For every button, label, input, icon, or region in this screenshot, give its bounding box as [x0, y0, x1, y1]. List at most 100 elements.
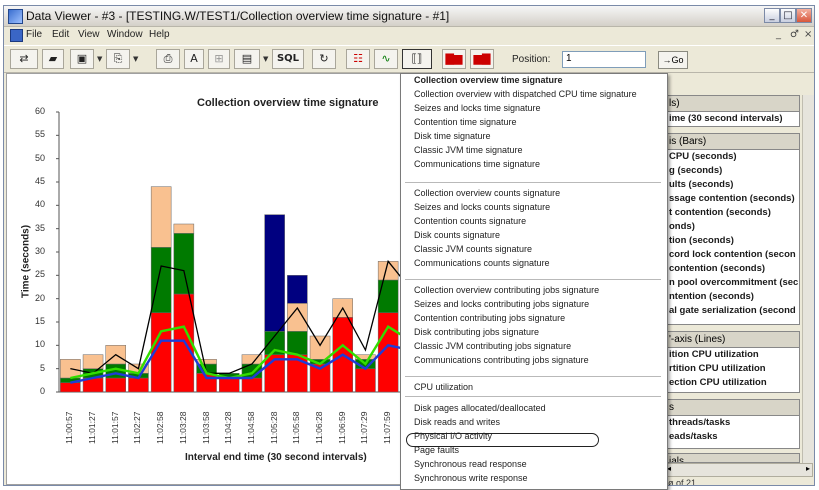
- bar-metric-item[interactable]: tion (seconds): [665, 234, 799, 248]
- sql-button[interactable]: SQL: [272, 49, 304, 69]
- bar-metric-item[interactable]: t contention (seconds): [665, 206, 799, 220]
- group-header[interactable]: ls): [665, 96, 799, 112]
- menu-file[interactable]: File: [26, 29, 42, 40]
- dropdown-menu-item[interactable]: Classic JVM time signature: [414, 145, 523, 155]
- group-header[interactable]: ials: [665, 454, 799, 462]
- maximize-button[interactable]: □: [780, 8, 796, 23]
- dropdown-menu-item[interactable]: Communications contributing jobs signatu…: [414, 355, 589, 365]
- bar-segment: [150, 186, 172, 248]
- dropdown-menu-item[interactable]: Contention time signature: [414, 117, 517, 127]
- copy-dropdown-icon[interactable]: ▼: [133, 55, 138, 63]
- bar-metric-item[interactable]: cord lock contention (secon: [665, 248, 799, 262]
- mdi-minimize-button[interactable]: _: [776, 29, 781, 40]
- line-metric-item[interactable]: ition CPU utilization: [665, 348, 799, 362]
- menu-view[interactable]: View: [78, 29, 100, 40]
- dropdown-menu-item[interactable]: Disk pages allocated/deallocated: [414, 403, 546, 413]
- horizontal-scrollbar[interactable]: ◂ ▸: [664, 463, 813, 477]
- view-dropdown-icon[interactable]: ▼: [263, 55, 268, 63]
- y-tick-label: 30: [34, 246, 45, 256]
- thread-item[interactable]: threads/tasks: [665, 416, 799, 430]
- x-axis-option[interactable]: ime (30 second intervals): [665, 112, 799, 126]
- bar-metric-item[interactable]: CPU (seconds): [665, 150, 799, 164]
- mdi-close-button[interactable]: ×: [804, 29, 812, 40]
- document-icon[interactable]: [10, 29, 23, 42]
- highlight-circle: [406, 433, 599, 447]
- x-tick-label: 11:07:59: [382, 411, 393, 444]
- print-icon[interactable]: ⎙: [156, 49, 180, 69]
- bar-metric-item[interactable]: al gate serialization (second: [665, 304, 799, 318]
- group-header[interactable]: is (Bars): [665, 134, 799, 150]
- dropdown-menu-item[interactable]: Collection overview counts signature: [414, 188, 560, 198]
- dropdown-menu-item[interactable]: Collection overview time signature: [414, 75, 563, 85]
- line-metric-item[interactable]: ection CPU utilization: [665, 376, 799, 390]
- go-button[interactable]: →Go: [658, 51, 688, 69]
- font-icon[interactable]: A: [184, 49, 204, 69]
- dropdown-menu-item[interactable]: CPU utilization: [414, 382, 473, 392]
- y-tick-label: 25: [34, 269, 45, 280]
- menu-edit[interactable]: Edit: [52, 29, 69, 40]
- grid-icon[interactable]: ⊞: [208, 49, 230, 69]
- mdi-restore-button[interactable]: ♂: [790, 29, 799, 40]
- thread-item[interactable]: eads/tasks: [665, 430, 799, 444]
- dropdown-menu-item[interactable]: Seizes and locks time signature: [414, 103, 541, 113]
- minimize-button[interactable]: _: [764, 8, 780, 23]
- bar-metric-item[interactable]: contention (seconds): [665, 262, 799, 276]
- dropdown-menu-item[interactable]: Synchronous write response: [414, 473, 528, 483]
- menu-separator: [405, 279, 661, 280]
- save-dropdown-icon[interactable]: ▼: [97, 55, 102, 63]
- dropdown-menu-item[interactable]: Communications counts signature: [414, 258, 550, 268]
- y-tick-label: 0: [39, 386, 45, 396]
- stacked-bar-icon[interactable]: ▆▇: [470, 49, 494, 69]
- y-tick-label: 40: [34, 199, 45, 210]
- folder-icon[interactable]: ▰: [42, 49, 64, 69]
- bar-metric-item[interactable]: n pool overcommitment (sec: [665, 276, 799, 290]
- dropdown-menu-item[interactable]: Classic JVM contributing jobs signature: [414, 341, 571, 351]
- menu-separator: [405, 376, 661, 377]
- save-icon[interactable]: ▣: [70, 49, 94, 69]
- copy-icon[interactable]: ⎘: [106, 49, 130, 69]
- open-icon[interactable]: ⇄: [10, 49, 38, 69]
- menu-help[interactable]: Help: [149, 29, 170, 40]
- close-button[interactable]: ✕: [796, 8, 812, 23]
- group-header[interactable]: '-axis (Lines): [665, 332, 799, 348]
- vertical-scrollbar[interactable]: [802, 95, 814, 463]
- toolbar: ⇄ ▰ ▣ ▼ ⎘ ▼ ⎙ A ⊞ ▤ ▼ SQL ↻ ☷ ∿ ⟦⟧ ▇▆ ▆▇…: [4, 45, 814, 73]
- position-input[interactable]: 1: [562, 51, 646, 68]
- bar-metric-item[interactable]: g (seconds): [665, 164, 799, 178]
- dropdown-menu-item[interactable]: Disk time signature: [414, 131, 491, 141]
- bar-segment: [82, 354, 104, 369]
- view-icon[interactable]: ▤: [234, 49, 260, 69]
- bar-metric-item[interactable]: onds): [665, 220, 799, 234]
- x-tick-label: 11:02:27: [132, 411, 143, 444]
- line-metric-item[interactable]: rtition CPU utilization: [665, 362, 799, 376]
- bar-metric-item[interactable]: ssage contention (seconds): [665, 192, 799, 206]
- dropdown-menu-item[interactable]: Contention contributing jobs signature: [414, 313, 565, 323]
- bar-metric-item[interactable]: ults (seconds): [665, 178, 799, 192]
- dropdown-menu-item[interactable]: Seizes and locks contributing jobs signa…: [414, 299, 589, 309]
- dropdown-menu-item[interactable]: Synchronous read response: [414, 459, 527, 469]
- dropdown-menu-item[interactable]: Collection overview with dispatched CPU …: [414, 89, 637, 99]
- dropdown-menu-item[interactable]: Disk contributing jobs signature: [414, 327, 539, 337]
- dropdown-menu-item[interactable]: Contention counts signature: [414, 216, 526, 226]
- line-chart-icon[interactable]: ∿: [374, 49, 398, 69]
- dropdown-menu-item[interactable]: Classic JVM counts signature: [414, 244, 532, 254]
- x-tick-label: 11:04:28: [223, 411, 234, 444]
- y-axis-label: Time (seconds): [20, 224, 32, 299]
- dropdown-menu-item[interactable]: Seizes and locks counts signature: [414, 202, 550, 212]
- bar-segment: [377, 279, 399, 313]
- refresh-icon[interactable]: ↻: [312, 49, 336, 69]
- x-tick-label: 11:07:29: [359, 411, 370, 444]
- group-threads: s threads/tasks eads/tasks: [664, 399, 800, 449]
- dropdown-menu-item[interactable]: Collection overview contributing jobs si…: [414, 285, 599, 295]
- menu-window[interactable]: Window: [107, 29, 143, 40]
- dropdown-menu-item[interactable]: Disk reads and writes: [414, 417, 500, 427]
- dropdown-menu-item[interactable]: Communications time signature: [414, 159, 540, 169]
- scroll-right-icon[interactable]: ▸: [806, 464, 810, 473]
- group-header[interactable]: s: [665, 400, 799, 416]
- bar-chart-icon[interactable]: ▇▆: [442, 49, 466, 69]
- bar-metric-item[interactable]: ntention (seconds): [665, 290, 799, 304]
- title-bar[interactable]: Data Viewer - #3 - [TESTING.W/TEST1/Coll…: [4, 6, 814, 27]
- time-signature-icon[interactable]: ⟦⟧: [402, 49, 432, 69]
- table-view-icon[interactable]: ☷: [346, 49, 370, 69]
- dropdown-menu-item[interactable]: Disk counts signature: [414, 230, 500, 240]
